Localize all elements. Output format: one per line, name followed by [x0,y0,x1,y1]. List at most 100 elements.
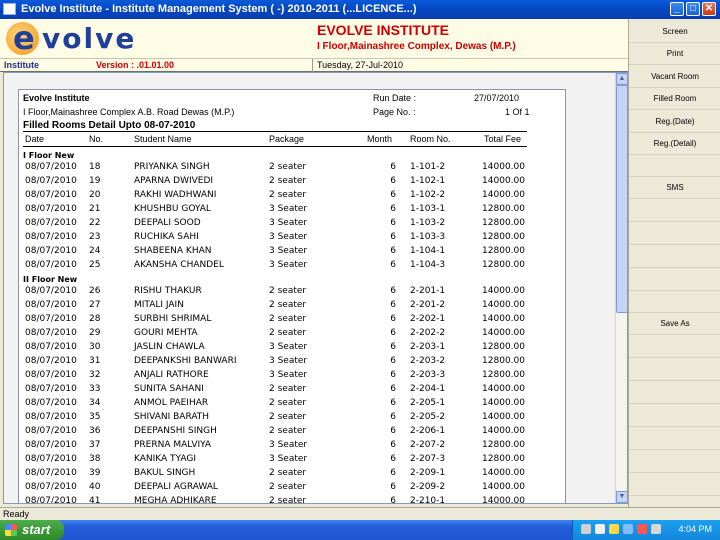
tray-k-icon[interactable] [637,524,647,534]
cell-month: 6 [390,398,396,408]
cell-no: 27 [89,300,101,310]
cell-package: 2 seater [269,190,307,200]
cell-no: 28 [89,314,101,324]
scroll-up-arrow[interactable]: ▲ [616,73,627,85]
cell-no: 24 [89,246,101,256]
cell-room-no: 2-201-2 [410,300,446,310]
cell-total-fee: 12800.00 [482,246,525,256]
tray-network-icon[interactable] [595,524,605,534]
cell-date: 08/07/2010 [25,328,77,338]
blank-button-4[interactable] [629,246,720,268]
cell-date: 08/07/2010 [25,246,77,256]
blank-button-1[interactable] [629,155,720,177]
tray-display-icon[interactable] [623,524,633,534]
cell-date: 08/07/2010 [25,356,77,366]
info-bar: Institute Version : .01.01.00 Tuesday, 2… [0,59,628,72]
cell-total-fee: 14000.00 [482,412,525,422]
cell-student-name: SURBHI SHRIMAL [134,314,212,324]
cell-package: 3 Seater [269,246,308,256]
window-title-bar[interactable]: Evolve Institute - Institute Management … [0,0,720,19]
blank-button-13[interactable] [629,474,720,496]
clock: 4:04 PM [678,524,712,534]
system-tray: 4:04 PM [572,520,720,540]
blank-button-11[interactable] [629,428,720,450]
cell-date: 08/07/2010 [25,454,77,464]
scroll-thumb[interactable] [616,85,627,313]
close-button[interactable]: ✕ [702,2,716,16]
maximize-button[interactable]: □ [686,2,700,16]
institute-address: I Floor,Mainashree Complex, Dewas (M.P.) [317,41,516,52]
tray-tools-icon[interactable] [581,524,591,534]
report-preview[interactable]: Evolve Institute I Floor,Mainashree Comp… [3,72,628,504]
cell-room-no: 1-104-3 [410,260,446,270]
cell-room-no: 1-103-1 [410,204,446,214]
cell-room-no: 2-209-2 [410,482,446,492]
evolve-logo: e volve [6,19,137,57]
cell-room-no: 2-203-2 [410,356,446,366]
scroll-down-arrow[interactable]: ▼ [616,491,627,503]
cell-total-fee: 14000.00 [482,482,525,492]
cell-date: 08/07/2010 [25,398,77,408]
logo-text: volve [42,22,137,55]
cell-total-fee: 14000.00 [482,190,525,200]
cell-month: 6 [390,300,396,310]
blank-button-7[interactable] [629,336,720,358]
cell-student-name: ANMOL PAEIHAR [134,398,209,408]
cell-month: 6 [390,328,396,338]
save-as-button[interactable]: Save As [629,313,720,335]
cell-student-name: SHIVANI BARATH [134,412,210,422]
sms-button[interactable]: SMS [629,177,720,199]
cell-student-name: SHABEENA KHAN [134,246,212,256]
cell-total-fee: 14000.00 [482,314,525,324]
cell-month: 6 [390,342,396,352]
blank-button-12[interactable] [629,451,720,473]
cell-month: 6 [390,426,396,436]
cell-no: 18 [89,162,101,172]
windows-flag-icon [5,524,17,536]
start-button[interactable]: start [0,520,64,540]
cell-student-name: RAKHI WADHWANI [134,190,217,200]
blank-button-8[interactable] [629,359,720,381]
tray-help-icon[interactable] [609,524,619,534]
start-label: start [22,522,51,537]
cell-student-name: RISHU THAKUR [134,286,202,296]
blank-button-3[interactable] [629,223,720,245]
cell-package: 3 Seater [269,204,308,214]
cell-month: 6 [390,190,396,200]
tray-volume-icon[interactable] [651,524,661,534]
cell-date: 08/07/2010 [25,412,77,422]
cell-package: 2 seater [269,468,307,478]
cell-room-no: 2-210-1 [410,496,446,504]
blank-button-5[interactable] [629,269,720,291]
cell-room-no: 2-202-2 [410,328,446,338]
col-room-no: Room No. [410,134,451,144]
blank-button-9[interactable] [629,382,720,404]
blank-button-6[interactable] [629,291,720,313]
cell-month: 6 [390,314,396,324]
blank-button-10[interactable] [629,405,720,427]
cell-room-no: 2-201-1 [410,286,446,296]
print-button[interactable]: Print [629,43,720,65]
cell-package: 3 Seater [269,440,308,450]
vertical-scrollbar[interactable]: ▲ ▼ [615,73,627,503]
screen-button[interactable]: Screen [629,21,720,43]
window-title: Evolve Institute - Institute Management … [21,3,417,15]
cell-room-no: 2-209-1 [410,468,446,478]
cell-no: 36 [89,426,101,436]
cell-room-no: 2-203-1 [410,342,446,352]
cell-total-fee: 12800.00 [482,204,525,214]
cell-student-name: SUNITA SAHANI [134,384,204,394]
cell-student-name: MEGHA ADHIKARE [134,496,217,504]
filled-room-button[interactable]: Filled Room [629,88,720,110]
cell-package: 2 seater [269,176,307,186]
cell-total-fee: 12800.00 [482,454,525,464]
reg-detail-button[interactable]: Reg.(Detail) [629,133,720,155]
status-text: Ready [3,509,30,519]
vacant-room-button[interactable]: Vacant Room [629,66,720,88]
blank-button-2[interactable] [629,200,720,222]
cell-month: 6 [390,204,396,214]
cell-date: 08/07/2010 [25,314,77,324]
cell-package: 3 Seater [269,342,308,352]
minimize-button[interactable]: _ [670,2,684,16]
reg-date-button[interactable]: Reg.(Date) [629,111,720,133]
